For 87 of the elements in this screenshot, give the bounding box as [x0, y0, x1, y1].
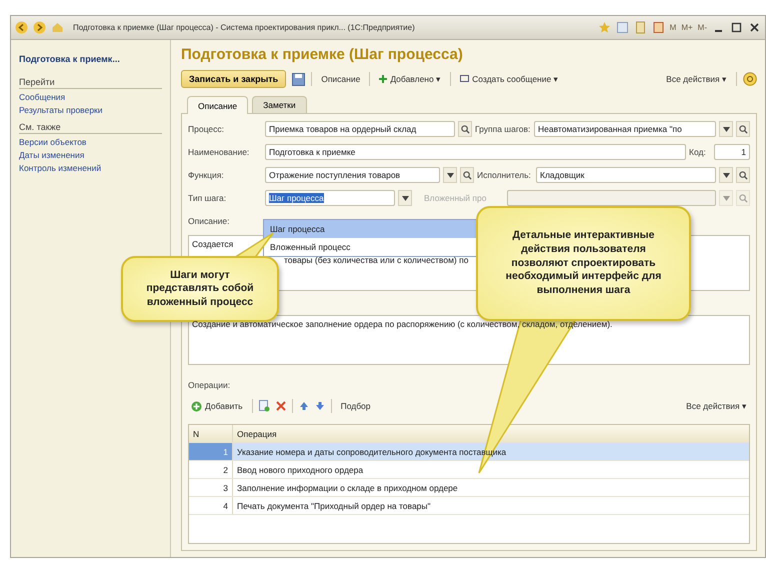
input-field[interactable]: Кладовщик: [536, 167, 716, 183]
input-field[interactable]: 1: [714, 144, 750, 160]
add-button[interactable]: Добавить: [188, 398, 246, 414]
text-line: товары (без количества или с количеством) по: [284, 255, 468, 265]
field-label: Группа шагов:: [475, 124, 531, 134]
forward-icon[interactable]: [33, 21, 46, 34]
sidebar-link[interactable]: Версии объектов: [19, 137, 162, 147]
input-field[interactable]: Подготовка к приемке: [265, 144, 686, 160]
column-header[interactable]: Операция: [233, 425, 749, 442]
column-header[interactable]: N: [189, 425, 233, 442]
dropdown-button[interactable]: [443, 167, 457, 183]
sidebar-link[interactable]: Даты изменения: [19, 150, 162, 160]
input-field[interactable]: Неавтоматизированная приемка "по: [534, 121, 716, 137]
dropdown-arrow-icon: [402, 196, 408, 200]
table-cell: 1: [189, 443, 233, 460]
table-cell: 2: [189, 461, 233, 478]
toolbar-button[interactable]: Описание: [318, 72, 364, 86]
table-cell-text: Заполнение информации о складе в приходном ордере: [236, 482, 459, 495]
dropdown-button[interactable]: [398, 190, 412, 206]
search-button[interactable]: [736, 167, 750, 183]
sidebar-link[interactable]: Сообщения: [19, 92, 162, 102]
search-icon: [462, 170, 472, 180]
search-button[interactable]: [736, 121, 750, 137]
dropdown-field[interactable]: Шаг процесса: [265, 190, 395, 206]
memory-button[interactable]: M: [670, 23, 676, 32]
save-and-close-button[interactable]: Записать и закрыть: [181, 70, 286, 88]
tab[interactable]: Заметки: [252, 96, 307, 113]
search-button[interactable]: [458, 121, 472, 137]
dropdown-arrow-icon: [722, 172, 730, 178]
arrow-down-icon[interactable]: [314, 401, 325, 411]
search-icon: [738, 170, 748, 180]
field-label: Тип шага:: [188, 193, 228, 203]
table-cell-text: Печать документа "Приходный ордер на товары": [236, 500, 432, 513]
table-row[interactable]: 3 Заполнение информации о складе в приходном ордере: [189, 479, 749, 497]
arrow-up-icon[interactable]: [298, 401, 309, 411]
search-icon: [738, 194, 748, 202]
window-title: Подготовка к приемке (Шаг процесса) - Система проектирования прикл... (1С:Предприятие): [73, 23, 415, 32]
table-row[interactable]: 2 Ввод нового приходного ордера: [189, 461, 749, 479]
search-icon: [460, 124, 470, 134]
search-icon: [738, 124, 748, 134]
delete-icon[interactable]: [276, 401, 286, 411]
table-cell-text: Ввод нового приходного ордера: [236, 464, 364, 477]
section-label: Операции:: [188, 380, 232, 390]
sidebar-heading: Перейти: [19, 77, 162, 89]
field-label: Код:: [689, 147, 707, 157]
toolbar-button[interactable]: Создать сообщение ▾: [457, 72, 562, 86]
dropdown-arrow-icon: [446, 172, 454, 178]
toolbar-button[interactable]: Добавлено ▾: [376, 72, 444, 86]
sidebar-link[interactable]: Контроль изменений: [19, 163, 162, 173]
all-actions-button[interactable]: Все действия ▾: [683, 399, 750, 413]
restore-icon[interactable]: [730, 21, 743, 34]
help-icon[interactable]: [743, 72, 757, 86]
field-label: Описание:: [188, 216, 230, 226]
input-field[interactable]: Отражение поступления товаров: [265, 167, 440, 183]
sidebar-heading: См. также: [19, 122, 162, 134]
field-label: Функция:: [188, 170, 225, 180]
field-label: Вложенный про: [424, 193, 488, 203]
dropdown-arrow-icon: [722, 126, 730, 132]
callout-text: Детальные интерактивные действия пользователя позволяют спроектировать необходимый интерфейс для выполнения шага: [476, 206, 691, 321]
table-cell: 4: [189, 497, 233, 514]
table-row[interactable]: 4 Печать документа "Приходный ордер на товары": [189, 497, 749, 515]
table-cell: 3: [189, 479, 233, 496]
dropdown-button[interactable]: [719, 167, 733, 183]
field-label: Исполнитель:: [477, 170, 532, 180]
copy-icon[interactable]: [258, 400, 270, 412]
sidebar-link[interactable]: Результаты проверки: [19, 105, 162, 115]
memory-button[interactable]: M+: [681, 23, 693, 32]
input-field[interactable]: Приемка товаров на ордерный склад: [265, 121, 455, 137]
add-icon: [191, 400, 202, 412]
text-line: Создается: [192, 239, 234, 249]
memory-button[interactable]: M-: [698, 23, 707, 32]
search-button[interactable]: [460, 167, 474, 183]
save-icon[interactable]: [292, 72, 306, 86]
dropdown-button[interactable]: [719, 121, 733, 137]
callout-text: Шаги могут представлять собой вложенный процесс: [121, 256, 279, 322]
form-title: Подготовка к приемке (Шаг процесса): [181, 46, 464, 63]
star-icon[interactable]: [598, 21, 611, 34]
back-icon[interactable]: [15, 21, 28, 34]
plus-icon: [379, 75, 388, 83]
all-actions-button[interactable]: Все действия ▾: [663, 72, 730, 86]
dropdown-arrow-icon: [722, 196, 730, 200]
pick-button[interactable]: Подбор: [338, 399, 374, 413]
sidebar-title: Подготовка к приемк...: [19, 54, 121, 64]
tab[interactable]: Описание: [187, 96, 248, 114]
field-label: Наименование:: [188, 147, 250, 157]
field-label: Процесс:: [188, 124, 225, 134]
close-icon[interactable]: [748, 21, 761, 34]
